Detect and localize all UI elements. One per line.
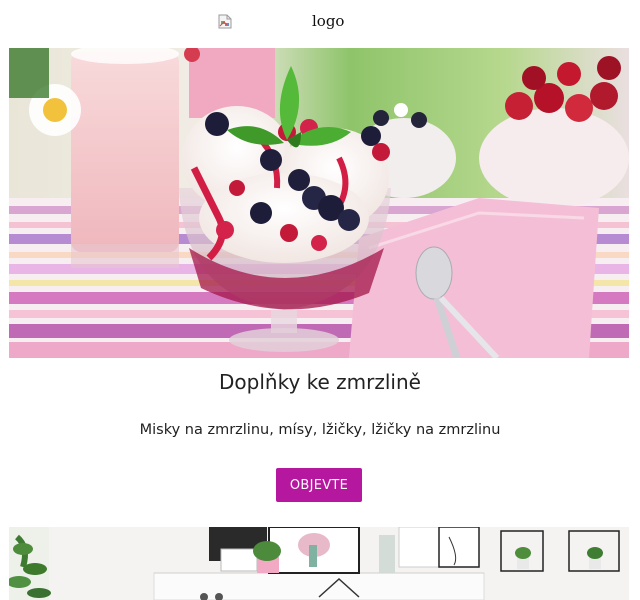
section-subtitle: Misky na zmrzlinu, mísy, lžičky, lžičky … [139,422,501,438]
hero-image[interactable] [9,48,629,358]
header: logo [0,0,640,48]
discover-button[interactable]: OBJEVTE [276,468,362,502]
email-page: logo Doplňky ke zmrzlině Misky na zmrzli… [0,0,640,600]
logo-alt-text: logo [312,12,345,30]
broken-image-icon [218,14,232,29]
secondary-banner-image[interactable] [9,527,629,600]
section-title: Doplňky ke zmrzlině [219,370,421,394]
logo[interactable]: logo [218,10,344,32]
